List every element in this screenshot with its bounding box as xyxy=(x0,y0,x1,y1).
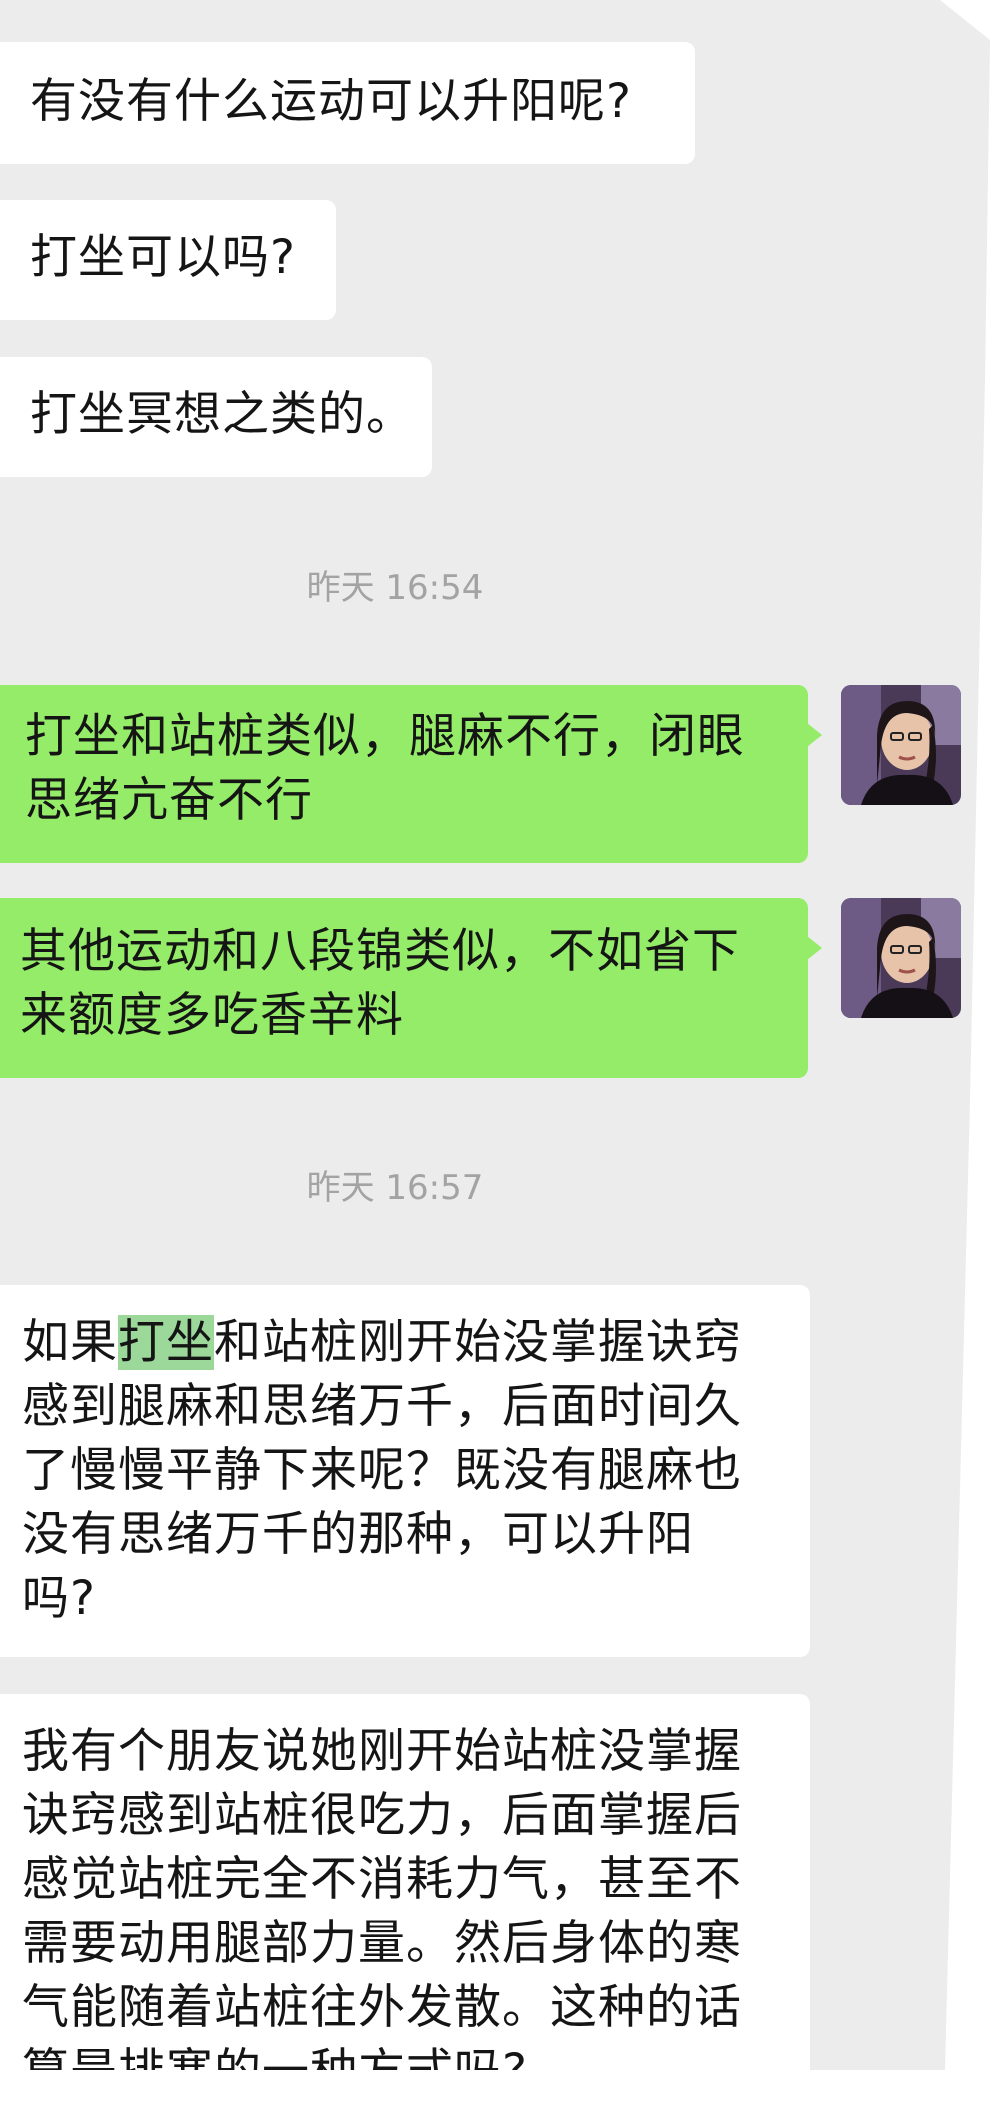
timestamp: 昨天 16:54 xyxy=(306,568,484,608)
message-text: 打坐冥想之类的。 xyxy=(30,387,414,442)
message-text: 打坐和站桩类似，腿麻不行，闭眼 思绪亢奋不行 xyxy=(25,709,745,828)
message-bubble-incoming[interactable]: 有没有什么运动可以升阳呢? xyxy=(0,42,695,164)
message-text: 其他运动和八段锦类似，不如省下 来额度多吃香辛料 xyxy=(20,924,740,1043)
search-highlight: 打坐 xyxy=(118,1315,214,1370)
user-avatar-icon[interactable] xyxy=(841,898,961,1018)
message-bubble-outgoing[interactable]: 其他运动和八段锦类似，不如省下 来额度多吃香辛料 xyxy=(0,898,822,1078)
user-avatar-icon[interactable] xyxy=(841,685,961,805)
message-text: 打坐可以吗? xyxy=(30,230,296,285)
message-text: 我有个朋友说她刚开始站桩没掌握 诀窍感到站桩很吃力，后面掌握后 感觉站桩完全不消… xyxy=(22,1724,742,2099)
chat-area: 有没有什么运动可以升阳呢? 打坐可以吗? 打坐冥想之类的。 昨天 16:54 打… xyxy=(0,0,995,2126)
message-text: 如果打坐和站桩刚开始没掌握诀窍 感到腿麻和思绪万千，后面时间久 了慢慢平静下来呢… xyxy=(22,1311,800,1631)
message-bubble-incoming[interactable]: 打坐冥想之类的。 xyxy=(0,357,432,477)
message-bubble-incoming[interactable]: 我有个朋友说她刚开始站桩没掌握 诀窍感到站桩很吃力，后面掌握后 感觉站桩完全不消… xyxy=(0,1694,810,2104)
message-bubble-incoming[interactable]: 如果打坐和站桩刚开始没掌握诀窍 感到腿麻和思绪万千，后面时间久 了慢慢平静下来呢… xyxy=(0,1285,810,1657)
message-bubble-incoming[interactable]: 打坐可以吗? xyxy=(0,200,336,320)
bottom-edge xyxy=(0,2070,995,2126)
timestamp: 昨天 16:57 xyxy=(306,1168,484,1208)
message-text-part: 如果 xyxy=(22,1315,118,1370)
message-bubble-outgoing[interactable]: 打坐和站桩类似，腿麻不行，闭眼 思绪亢奋不行 xyxy=(0,685,822,863)
message-text: 有没有什么运动可以升阳呢? xyxy=(30,74,632,129)
